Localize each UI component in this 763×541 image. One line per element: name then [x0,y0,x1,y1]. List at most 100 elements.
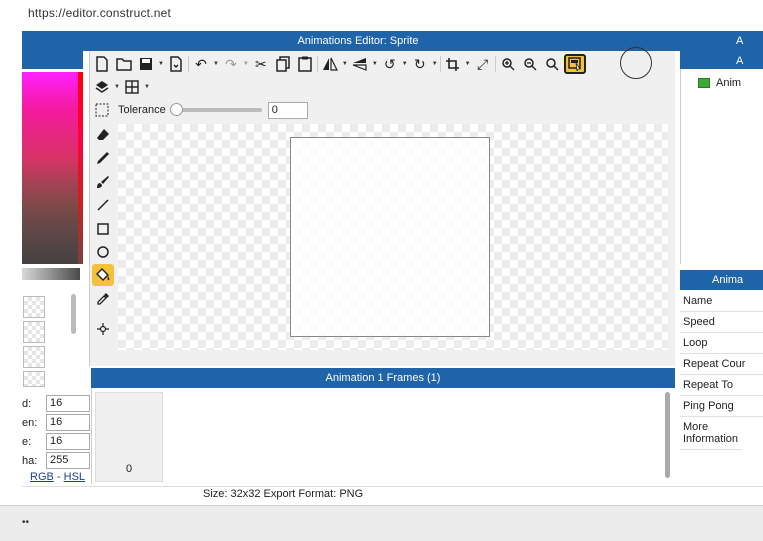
color-row-red: d: 16 [22,395,90,413]
layer-toolbar: ▼ ▼ [92,77,150,97]
redo-icon[interactable]: ↷ [221,54,241,74]
main-toolbar: ▼ ↶ ▼ ↷ ▼ ✂ ▼ ▼ ↺ ▼ ↻ ▼ ▼ ⤢ [92,53,586,75]
status-text: Size: 32x32 Export Format: PNG [203,488,364,500]
hsl-link[interactable]: HSL [64,471,85,483]
tolerance-input[interactable]: 0 [267,101,308,119]
toolbar-divider [187,56,189,72]
swatch-scrollbar[interactable] [71,294,76,334]
mirror-caret[interactable]: ▼ [342,61,348,67]
alpha-input[interactable]: 255 [46,452,90,469]
undo-icon[interactable]: ↶ [191,54,211,74]
frames-panel [91,388,675,484]
eraser-icon[interactable] [92,124,114,146]
layers-icon[interactable] [92,77,112,97]
color-swatch[interactable] [23,321,45,343]
toolbar-divider [494,56,496,72]
brush-icon[interactable] [92,171,114,193]
undo-caret[interactable]: ▼ [213,61,219,67]
property-name[interactable]: Name [680,291,763,312]
browser-url-bar: https://editor.construct.net [0,0,763,24]
animation-icon [698,78,710,88]
rotate-ccw-icon[interactable]: ↺ [380,54,400,74]
animations-panel-header [680,51,763,69]
animation-item-label: Anim [716,77,742,89]
rotate-cw-icon[interactable]: ↻ [410,54,430,74]
color-row-alpha: ha: 255 [22,452,90,470]
property-loop[interactable]: Loop [680,333,763,354]
tolerance-slider[interactable] [169,103,262,116]
color-mode-links: RGB - HSL [30,471,85,483]
frames-scrollbar[interactable] [665,392,670,478]
rotate-ccw-caret[interactable]: ▼ [402,61,408,67]
line-icon[interactable] [92,194,114,216]
export-icon[interactable] [166,54,186,74]
zoom-in-icon[interactable] [498,54,518,74]
rgb-link[interactable]: RGB [30,471,54,483]
color-picker-field[interactable] [22,72,80,264]
toolbar-divider [316,56,318,72]
layers-caret[interactable]: ▼ [114,84,120,90]
properties-title: Anima [712,274,744,286]
property-more-information[interactable]: More Information [680,417,742,450]
red-input[interactable]: 16 [46,395,90,412]
grid-icon[interactable] [122,77,142,97]
drawing-tools [92,124,114,341]
zoom-reset-icon[interactable] [542,54,562,74]
rectangle-icon[interactable] [92,218,114,240]
status-bar [22,486,763,502]
zoom-out-icon[interactable] [520,54,540,74]
url-text[interactable]: https://editor.construct.net [28,6,171,20]
alpha-label: ha: [22,455,38,467]
cut-icon[interactable]: ✂ [251,54,271,74]
eyedropper-icon[interactable] [92,288,114,310]
pencil-icon[interactable] [92,147,114,169]
save-options-caret[interactable]: ▼ [158,61,164,67]
property-repeat-to[interactable]: Repeat To [680,375,763,396]
grid-caret[interactable]: ▼ [144,84,150,90]
color-row-green: en: 16 [22,414,90,432]
selection-mode-icon[interactable] [92,100,112,120]
mirror-icon[interactable] [320,54,340,74]
redo-caret[interactable]: ▼ [243,61,249,67]
flip-icon[interactable] [350,54,370,74]
copy-icon[interactable] [273,54,293,74]
tolerance-label: Tolerance [118,104,166,116]
more-options-icon[interactable]: •• [22,517,29,528]
animations-panel-title: A [736,55,744,67]
color-swatch[interactable] [23,346,45,368]
origin-icon[interactable] [92,318,114,340]
color-row-blue: e: 16 [22,433,90,451]
rotate-cw-caret[interactable]: ▼ [432,61,438,67]
properties-list: Name Speed Loop Repeat Cour Repeat To Pi… [680,291,763,450]
editor-title: Animations Editor: Sprite [297,35,419,47]
paste-icon[interactable] [295,54,315,74]
ellipse-icon[interactable] [92,241,114,263]
resize-icon[interactable]: ⤢ [473,54,493,74]
frames-header: Animation 1 Frames (1) [91,368,675,388]
animation-list-item[interactable]: Anim [698,77,741,89]
crop-caret[interactable]: ▼ [465,61,471,67]
color-swatch[interactable] [23,371,45,387]
blue-input[interactable]: 16 [46,433,90,450]
frame-number: 0 [126,463,133,475]
toggle-preview-icon[interactable] [563,54,586,74]
property-ping-pong[interactable]: Ping Pong [680,396,763,417]
frames-title: Animation 1 Frames (1) [325,372,441,384]
fill-icon[interactable] [92,264,114,287]
new-icon[interactable] [92,54,112,74]
property-repeat-count[interactable]: Repeat Cour [680,354,763,375]
property-speed[interactable]: Speed [680,312,763,333]
open-icon[interactable] [114,54,134,74]
hue-slider[interactable] [78,72,83,264]
alpha-slider[interactable] [22,268,80,280]
color-swatch[interactable] [23,296,45,318]
cursor-highlight-ring [620,47,652,79]
bottom-panel [0,505,763,541]
crop-icon[interactable] [443,54,463,74]
tolerance-slider-knob[interactable] [169,103,183,116]
flip-caret[interactable]: ▼ [372,61,378,67]
green-input[interactable]: 16 [46,414,90,431]
red-label: d: [22,398,32,410]
save-icon[interactable] [136,54,156,74]
sprite-canvas[interactable] [290,137,490,337]
